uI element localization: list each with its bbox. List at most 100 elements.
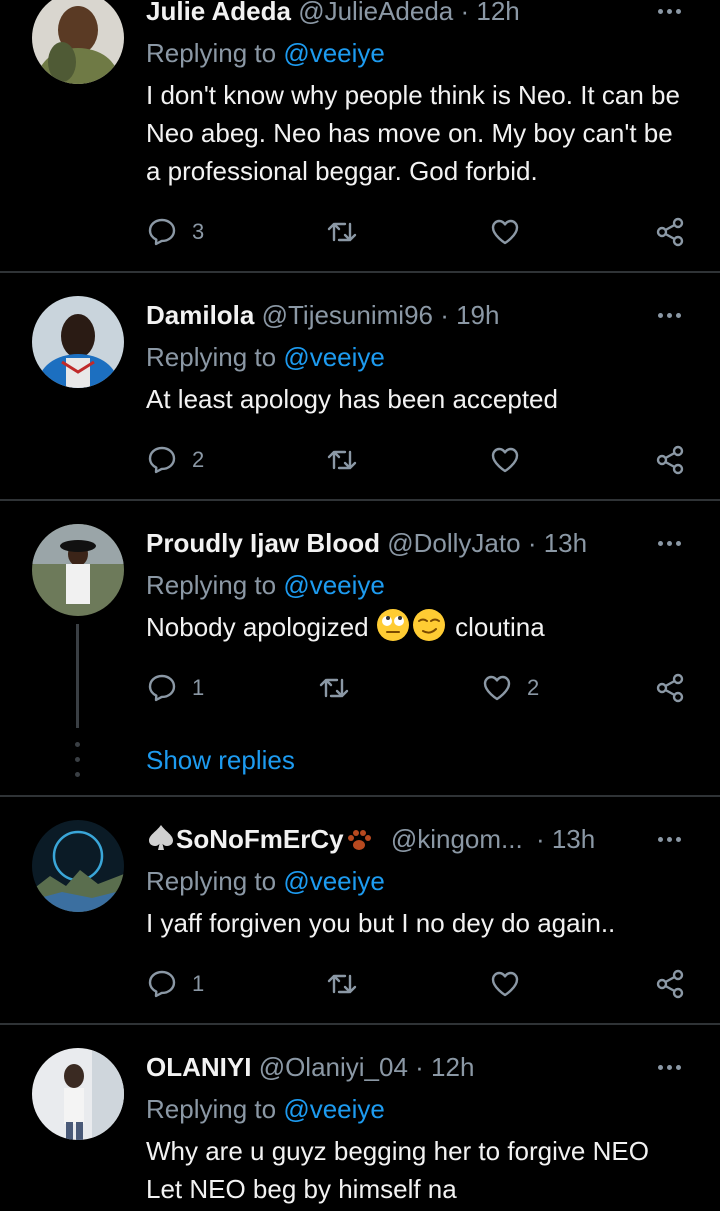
- divider: [0, 271, 720, 273]
- share-button[interactable]: [654, 212, 686, 252]
- mention-link[interactable]: @veeiye: [283, 342, 385, 372]
- handle[interactable]: @kingom...: [391, 824, 523, 854]
- mention-link[interactable]: @veeiye: [283, 1094, 385, 1124]
- like-icon: [491, 447, 519, 473]
- reply-button[interactable]: 1: [146, 668, 204, 708]
- like-button[interactable]: 2: [481, 668, 539, 708]
- retweet-button[interactable]: [326, 964, 372, 1004]
- handle[interactable]: @Olaniyi_04: [259, 1052, 408, 1082]
- replying-to: Replying to @veeiye: [146, 340, 385, 374]
- handle[interactable]: @Tijesunimi96: [262, 300, 433, 330]
- tweet-header: SoNoFmErCy @kingom... · 13h: [146, 822, 595, 856]
- timestamp[interactable]: · 13h: [528, 528, 587, 558]
- tweet-sonofmercy[interactable]: SoNoFmErCy @kingom... · 13h Replying to …: [0, 798, 720, 1024]
- replying-label: Replying to: [146, 1094, 277, 1124]
- replying-label: Replying to: [146, 38, 277, 68]
- tweet-text-part: Nobody apologized: [146, 612, 369, 642]
- share-button[interactable]: [654, 668, 686, 708]
- thread-dot: [75, 742, 80, 747]
- tweet-text: At least apology has been accepted: [146, 384, 558, 414]
- replying-label: Replying to: [146, 342, 277, 372]
- share-icon: [656, 445, 684, 475]
- thread-dot: [75, 772, 80, 777]
- display-name[interactable]: Julie Adeda: [146, 0, 291, 26]
- timestamp[interactable]: · 12h: [461, 0, 520, 26]
- more-icon[interactable]: [652, 298, 686, 332]
- face-rolling-eyes-icon: [376, 609, 409, 641]
- reply-button[interactable]: 1: [146, 964, 204, 1004]
- more-icon[interactable]: [652, 0, 686, 28]
- reply-count: 2: [192, 447, 205, 472]
- display-name[interactable]: Proudly Ijaw Blood: [146, 528, 380, 558]
- tweet-header: Proudly Ijaw Blood @DollyJato · 13h: [146, 526, 587, 560]
- tweet-header: Damilola @Tijesunimi96 · 19h: [146, 298, 499, 332]
- reply-count: 1: [192, 971, 205, 996]
- tweet-header: Julie Adeda @JulieAdeda · 12h: [146, 0, 520, 28]
- thread-dot: [75, 757, 80, 762]
- tweet-proudly-ijaw-blood[interactable]: Proudly Ijaw Blood @DollyJato · 13h Repl…: [0, 502, 720, 796]
- avatar[interactable]: [32, 296, 124, 388]
- tweet-actions: 3: [0, 212, 720, 252]
- tweet-header: OLANIYI @Olaniyi_04 · 12h: [146, 1050, 474, 1084]
- tweet-text-part: cloutina: [455, 612, 545, 642]
- reply-icon: [148, 446, 176, 474]
- handle[interactable]: @JulieAdeda: [298, 0, 453, 26]
- display-name[interactable]: Damilola: [146, 300, 254, 330]
- like-icon: [483, 675, 511, 701]
- reply-count: 1: [192, 675, 205, 700]
- retweet-icon: [319, 678, 349, 698]
- reply-count: 3: [192, 219, 205, 244]
- like-button[interactable]: [489, 212, 535, 252]
- share-icon: [656, 969, 684, 999]
- tweet-actions: 2: [0, 440, 720, 480]
- timestamp[interactable]: · 12h: [415, 1052, 474, 1082]
- more-icon[interactable]: [652, 526, 686, 560]
- spade-icon: [149, 825, 173, 850]
- tweet-damilola[interactable]: Damilola @Tijesunimi96 · 19h Replying to…: [0, 274, 720, 500]
- share-button[interactable]: [654, 964, 686, 1004]
- replying-to: Replying to @veeiye: [146, 568, 385, 602]
- replying-label: Replying to: [146, 570, 277, 600]
- like-button[interactable]: [489, 964, 535, 1004]
- replying-label: Replying to: [146, 866, 277, 896]
- handle[interactable]: @DollyJato: [387, 528, 520, 558]
- replying-to: Replying to @veeiye: [146, 864, 385, 898]
- reply-icon: [148, 970, 176, 998]
- smirk-icon: [412, 609, 445, 641]
- display-name[interactable]: OLANIYI: [146, 1052, 251, 1082]
- more-icon[interactable]: [652, 1050, 686, 1084]
- retweet-button[interactable]: [326, 440, 372, 480]
- timestamp[interactable]: · 19h: [440, 300, 499, 330]
- reply-button[interactable]: 3: [146, 212, 204, 252]
- retweet-icon: [327, 450, 357, 470]
- retweet-button[interactable]: [326, 212, 372, 252]
- divider: [0, 1023, 720, 1025]
- tweet-text: I don't know why people think is Neo. It…: [146, 80, 680, 186]
- replying-to: Replying to @veeiye: [146, 36, 385, 70]
- mention-link[interactable]: @veeiye: [283, 38, 385, 68]
- like-icon: [491, 219, 519, 245]
- reply-button[interactable]: 2: [146, 440, 204, 480]
- show-replies-link[interactable]: Show replies: [146, 743, 295, 777]
- tweet-olaniyi[interactable]: OLANIYI @Olaniyi_04 · 12h Replying to @v…: [0, 1026, 720, 1211]
- mention-link[interactable]: @veeiye: [283, 866, 385, 896]
- reply-icon: [148, 674, 176, 702]
- share-button[interactable]: [654, 440, 686, 480]
- tweet-julie-adeda[interactable]: Julie Adeda @JulieAdeda · 12h Replying t…: [0, 0, 720, 272]
- avatar[interactable]: [32, 0, 124, 84]
- tweet-text: Nobody apologized cloutina: [146, 608, 691, 646]
- avatar[interactable]: [32, 524, 124, 616]
- retweet-button[interactable]: [318, 668, 364, 708]
- divider: [0, 499, 720, 501]
- display-name[interactable]: SoNoFmErCy: [176, 824, 344, 854]
- avatar[interactable]: [32, 820, 124, 912]
- avatar[interactable]: [32, 1048, 124, 1140]
- replying-to: Replying to @veeiye: [146, 1092, 385, 1126]
- more-icon[interactable]: [652, 822, 686, 856]
- mention-link[interactable]: @veeiye: [283, 570, 385, 600]
- like-icon: [491, 971, 519, 997]
- retweet-icon: [327, 974, 357, 994]
- share-icon: [656, 217, 684, 247]
- timestamp[interactable]: · 13h: [536, 824, 595, 854]
- like-button[interactable]: [489, 440, 535, 480]
